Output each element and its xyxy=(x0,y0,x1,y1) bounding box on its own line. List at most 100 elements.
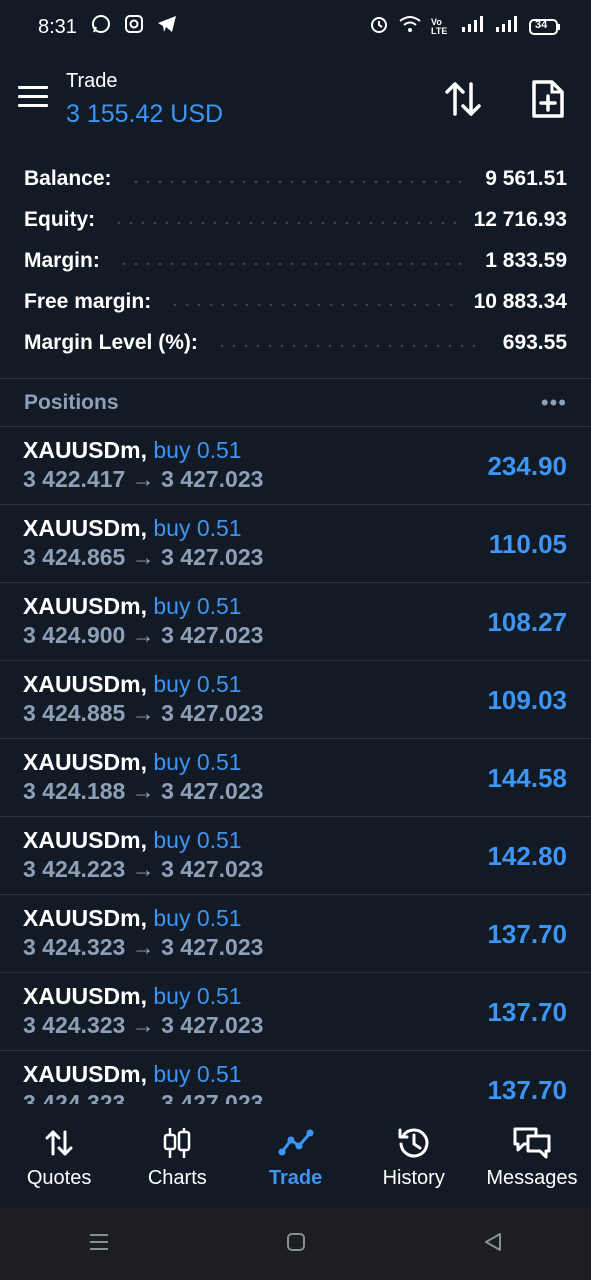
current-price: 3 427.023 xyxy=(161,544,264,570)
nav-label: Trade xyxy=(268,1166,323,1189)
arrow-icon: → xyxy=(131,544,155,570)
signal-icon-2 xyxy=(495,15,519,39)
equity-row: Equity: 12 716.93 xyxy=(0,199,591,240)
summary-label: Margin: xyxy=(24,248,100,272)
dotted-leader xyxy=(215,344,485,347)
position-symbol: XAUUSDm, xyxy=(23,515,147,541)
nav-quotes[interactable]: Quotes xyxy=(0,1104,118,1208)
position-direction: buy 0.51 xyxy=(153,437,242,463)
position-row[interactable]: XAUUSDm, buy 0.51 3 424.900 → 3 427.023 … xyxy=(0,583,591,661)
current-price: 3 427.023 xyxy=(161,856,264,882)
current-price: 3 427.023 xyxy=(161,622,264,648)
nav-label: Charts xyxy=(147,1166,207,1189)
alarm-icon xyxy=(369,14,389,40)
arrow-icon: → xyxy=(131,934,155,960)
nav-history[interactable]: History xyxy=(355,1104,473,1208)
summary-value: 1 833.59 xyxy=(485,248,567,272)
position-direction: buy 0.51 xyxy=(153,593,242,619)
open-price: 3 424.865 xyxy=(23,544,126,570)
system-navigation-bar xyxy=(0,1208,591,1280)
new-order-icon[interactable] xyxy=(530,78,566,120)
whatsapp-icon xyxy=(91,14,111,40)
open-price: 3 424.323 xyxy=(23,1012,126,1038)
margin-row: Margin: 1 833.59 xyxy=(0,240,591,281)
position-symbol: XAUUSDm, xyxy=(23,983,147,1009)
nav-charts[interactable]: Charts xyxy=(118,1104,236,1208)
status-time: 8:31 xyxy=(38,15,77,38)
position-profit: 137.70 xyxy=(487,1075,567,1104)
position-profit: 144.58 xyxy=(487,763,567,793)
position-profit: 109.03 xyxy=(487,685,567,715)
arrows-updown-icon xyxy=(44,1123,74,1163)
more-options-icon[interactable]: ••• xyxy=(541,390,567,416)
position-profit: 110.05 xyxy=(488,529,567,559)
position-row[interactable]: XAUUSDm, buy 0.51 3 424.865 → 3 427.023 … xyxy=(0,505,591,583)
chat-bubbles-icon xyxy=(512,1123,552,1163)
arrow-icon: → xyxy=(131,1090,155,1104)
position-row[interactable]: XAUUSDm, buy 0.51 3 424.223 → 3 427.023 … xyxy=(0,817,591,895)
recent-apps-icon[interactable] xyxy=(88,1231,110,1258)
page-title: Trade xyxy=(66,70,118,92)
position-symbol: XAUUSDm, xyxy=(23,1061,147,1087)
current-price: 3 427.023 xyxy=(161,934,264,960)
arrow-icon: → xyxy=(131,856,155,882)
summary-label: Margin Level (%): xyxy=(24,330,198,354)
position-row[interactable]: XAUUSDm, buy 0.51 3 424.885 → 3 427.023 … xyxy=(0,661,591,739)
position-profit: 137.70 xyxy=(487,919,567,949)
current-price: 3 427.023 xyxy=(161,778,264,804)
summary-value: 9 561.51 xyxy=(485,166,567,190)
free-margin-row: Free margin: 10 883.34 xyxy=(0,281,591,322)
position-row[interactable]: XAUUSDm, buy 0.51 3 424.323 → 3 427.023 … xyxy=(0,973,591,1051)
arrow-icon: → xyxy=(131,778,155,804)
open-price: 3 424.223 xyxy=(23,856,126,882)
nav-label: History xyxy=(382,1166,445,1189)
open-price: 3 424.323 xyxy=(23,934,126,960)
current-price: 3 427.023 xyxy=(161,1012,264,1038)
current-price: 3 427.023 xyxy=(161,466,264,492)
app-header: Trade 3 155.42 USD xyxy=(0,62,591,132)
position-row[interactable]: XAUUSDm, buy 0.51 3 424.323 → 3 427.023 … xyxy=(0,1051,591,1104)
position-profit: 137.70 xyxy=(487,997,567,1027)
position-direction: buy 0.51 xyxy=(153,749,242,775)
position-row[interactable]: XAUUSDm, buy 0.51 3 424.323 → 3 427.023 … xyxy=(0,895,591,973)
nav-messages[interactable]: Messages xyxy=(473,1104,591,1208)
open-price: 3 424.885 xyxy=(23,700,126,726)
positions-list: XAUUSDm, buy 0.51 3 422.417 → 3 427.023 … xyxy=(0,427,591,1104)
position-symbol: XAUUSDm, xyxy=(23,437,147,463)
nav-trade[interactable]: Trade xyxy=(236,1104,354,1208)
position-direction: buy 0.51 xyxy=(153,515,242,541)
position-symbol: XAUUSDm, xyxy=(23,905,147,931)
dotted-leader xyxy=(129,180,468,183)
summary-label: Balance: xyxy=(24,166,112,190)
position-direction: buy 0.51 xyxy=(153,1061,242,1087)
position-symbol: XAUUSDm, xyxy=(23,593,147,619)
sort-icon[interactable] xyxy=(442,78,484,120)
positions-title: Positions xyxy=(24,391,119,414)
status-bar: 8:31 Vo LTE 34 xyxy=(0,0,591,54)
signal-icon xyxy=(461,15,485,39)
bottom-nav: Quotes Charts Trade History Messages xyxy=(0,1104,591,1208)
position-row[interactable]: XAUUSDm, buy 0.51 3 424.188 → 3 427.023 … xyxy=(0,739,591,817)
position-row[interactable]: XAUUSDm, buy 0.51 3 422.417 → 3 427.023 … xyxy=(0,427,591,505)
summary-label: Free margin: xyxy=(24,289,152,313)
menu-icon[interactable] xyxy=(18,86,48,110)
position-direction: buy 0.51 xyxy=(153,827,242,853)
history-clock-icon xyxy=(397,1123,431,1163)
summary-value: 12 716.93 xyxy=(473,207,567,231)
dotted-leader xyxy=(113,221,456,224)
position-profit: 108.27 xyxy=(487,607,567,637)
wifi-icon xyxy=(399,15,421,39)
back-icon[interactable] xyxy=(482,1231,504,1258)
position-symbol: XAUUSDm, xyxy=(23,749,147,775)
summary-value: 10 883.34 xyxy=(473,289,567,313)
telegram-icon xyxy=(157,15,177,39)
position-symbol: XAUUSDm, xyxy=(23,671,147,697)
positions-header: Positions ••• xyxy=(0,380,591,426)
summary-label: Equity: xyxy=(24,207,96,231)
arrow-icon: → xyxy=(131,622,155,648)
current-price: 3 427.023 xyxy=(161,700,264,726)
home-icon[interactable] xyxy=(285,1231,307,1258)
summary-value: 693.55 xyxy=(502,330,567,354)
position-profit: 234.90 xyxy=(487,451,567,481)
instagram-icon xyxy=(124,15,143,39)
